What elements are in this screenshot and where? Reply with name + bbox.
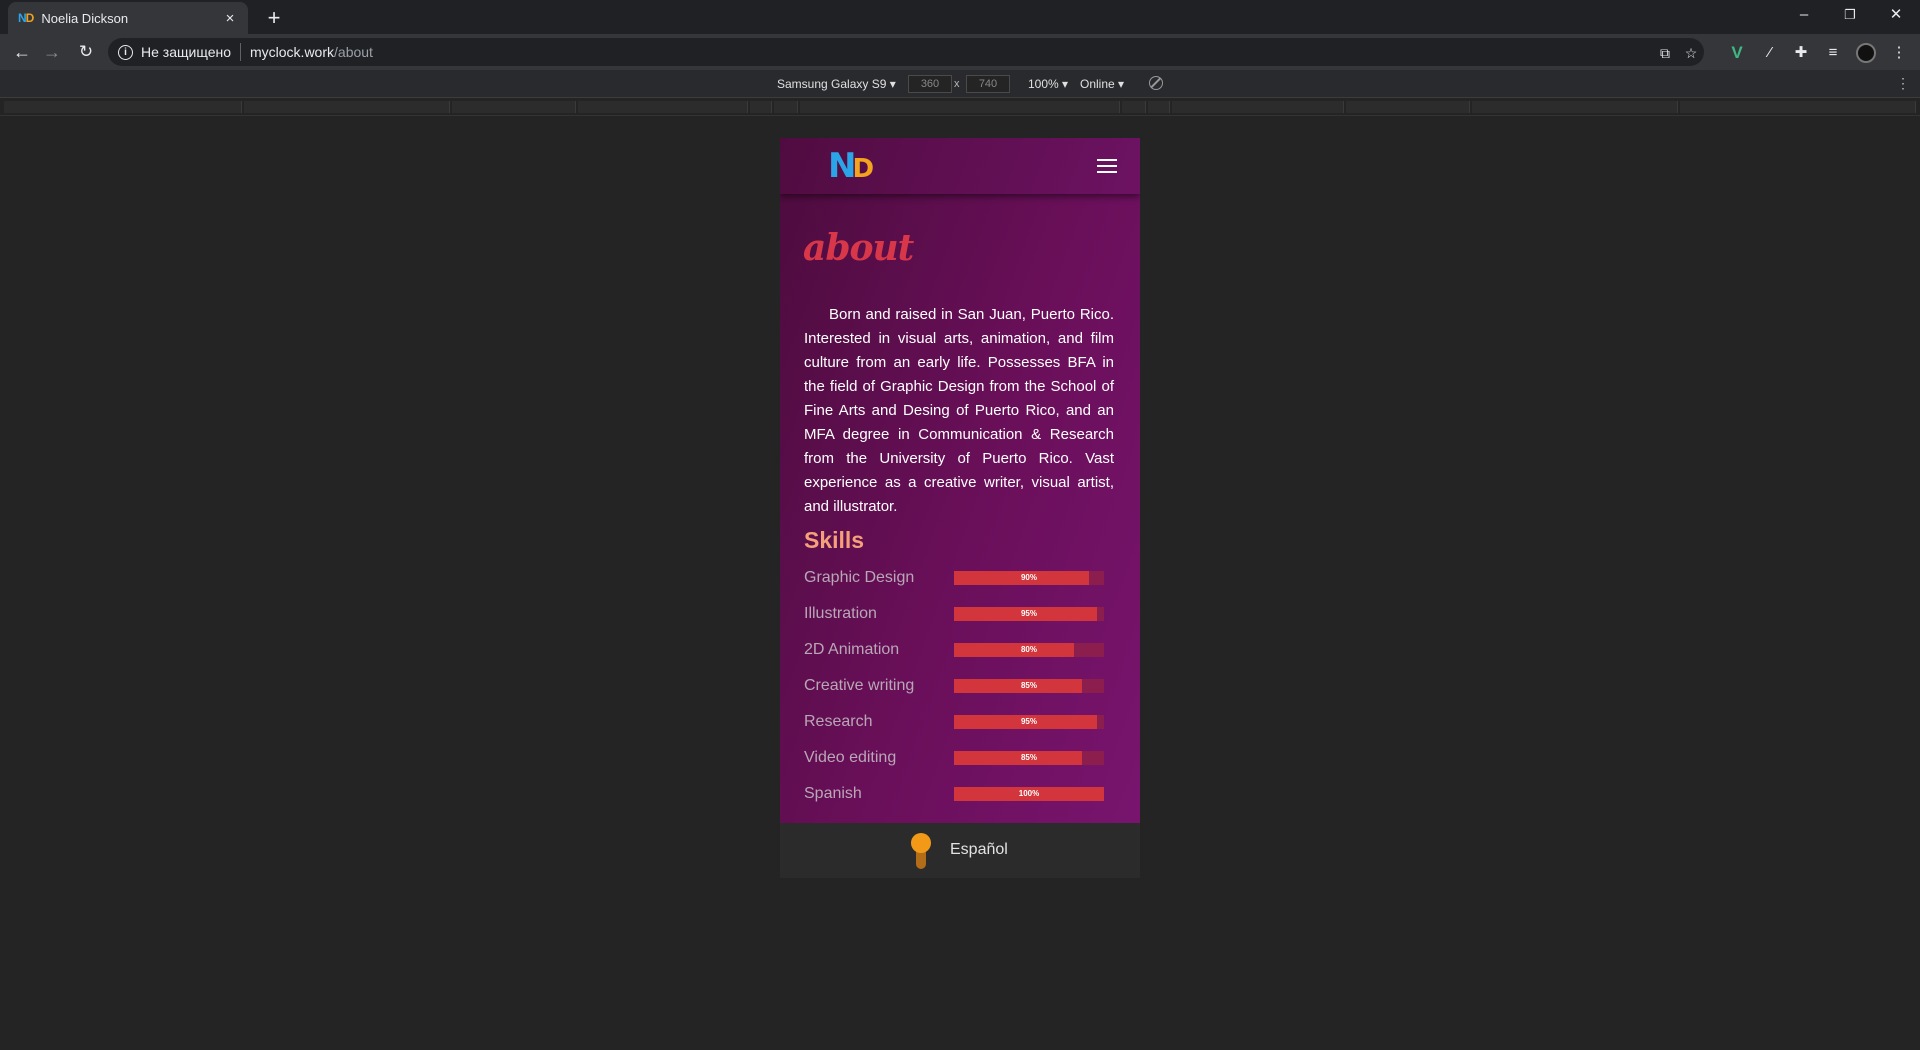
skill-progress-bar: 90%: [954, 571, 1104, 585]
site-logo[interactable]: ND: [828, 146, 874, 186]
skill-label: Illustration: [804, 605, 877, 622]
forward-arrow-icon[interactable]: →: [38, 39, 66, 65]
hamburger-line: [1097, 159, 1117, 161]
skill-label: Spanish: [804, 785, 862, 802]
restore-button[interactable]: ❐: [1827, 0, 1873, 30]
ruler-segment[interactable]: [1148, 101, 1170, 113]
close-window-button[interactable]: ✕: [1873, 0, 1919, 30]
hamburger-line: [1097, 165, 1117, 167]
device-select[interactable]: Samsung Galaxy S9 ▾: [777, 77, 896, 91]
profile-avatar[interactable]: [1856, 43, 1876, 63]
vue-devtools-icon[interactable]: V: [1726, 42, 1748, 64]
skills-heading: Skills: [804, 527, 865, 553]
ruler-segment[interactable]: [244, 101, 450, 113]
browser-menu-icon[interactable]: ⋮: [1888, 42, 1910, 64]
skill-percent: 95%: [1020, 609, 1037, 618]
favicon-icon: ND: [18, 11, 35, 25]
rotate-icon[interactable]: [1149, 76, 1163, 90]
minimize-button[interactable]: –: [1781, 0, 1827, 30]
skill-progress-bar: 95%: [954, 715, 1104, 729]
network-throttle-select[interactable]: Online ▾: [1080, 77, 1124, 91]
info-icon[interactable]: i: [118, 44, 133, 60]
omnibox-divider: [240, 43, 241, 61]
device-viewport: ND about Born and raised in San Juan, Pu…: [780, 138, 1140, 878]
device-toolbar: Samsung Galaxy S9 ▾ 360 x 740 100% ▾ Onl…: [0, 70, 1920, 98]
toggle-knob: [911, 833, 931, 853]
site-footer: Español: [780, 823, 1140, 878]
reading-list-icon[interactable]: ≡: [1822, 42, 1844, 64]
zoom-select[interactable]: 100% ▾: [1028, 77, 1068, 91]
skill-row: Research 95%: [804, 711, 1124, 733]
skill-percent: 85%: [1020, 753, 1037, 762]
device-height-input[interactable]: 740: [966, 75, 1010, 93]
browser-tabstrip: ND Noelia Dickson × + – ❐ ✕: [0, 0, 1920, 34]
logo-n: N: [828, 146, 857, 186]
tab-close-icon[interactable]: ×: [222, 10, 238, 27]
site-header: ND: [780, 138, 1140, 194]
language-label[interactable]: Español: [950, 841, 1008, 859]
address-bar[interactable]: i Не защищено myclock.work/about ⧉ ☆: [108, 38, 1704, 66]
skill-row: Video editing 85%: [804, 747, 1124, 769]
ruler-segment[interactable]: [1122, 101, 1146, 113]
about-page: ND about Born and raised in San Juan, Pu…: [780, 138, 1140, 823]
new-tab-button[interactable]: +: [260, 4, 288, 32]
ruler-segment[interactable]: [800, 101, 1120, 113]
language-toggle[interactable]: [911, 833, 931, 869]
skill-progress-bar: 85%: [954, 751, 1104, 765]
skill-percent: 90%: [1020, 573, 1037, 582]
skill-row: Creative writing 85%: [804, 675, 1124, 697]
skill-label: 2D Animation: [804, 641, 900, 658]
ruler-segment[interactable]: [1472, 101, 1678, 113]
ruler-segment[interactable]: [1172, 101, 1344, 113]
color-picker-icon[interactable]: ⁄: [1759, 42, 1781, 64]
skill-row: Spanish 100%: [804, 783, 1124, 805]
skill-percent: 80%: [1020, 645, 1037, 654]
back-arrow-icon[interactable]: ←: [8, 39, 36, 65]
url-host[interactable]: myclock.work: [250, 44, 334, 60]
skill-percent: 95%: [1020, 717, 1037, 726]
bio-paragraph: Born and raised in San Juan, Puerto Rico…: [804, 306, 1114, 515]
media-query-ruler: [0, 98, 1920, 116]
device-toolbar-more-icon[interactable]: ⋮: [1896, 75, 1910, 92]
ruler-segment[interactable]: [1346, 101, 1470, 113]
hamburger-line: [1097, 171, 1117, 173]
skill-progress-bar: 95%: [954, 607, 1104, 621]
skill-label: Creative writing: [804, 677, 915, 694]
favicon-n: N: [18, 11, 27, 25]
browser-tab[interactable]: ND Noelia Dickson ×: [8, 2, 248, 34]
logo-d: D: [852, 154, 874, 184]
translate-icon[interactable]: ⧉: [1656, 44, 1674, 62]
ruler-segment[interactable]: [1680, 101, 1916, 113]
ruler-segment[interactable]: [452, 101, 576, 113]
reload-icon[interactable]: ↻: [72, 39, 100, 65]
skill-label: Graphic Design: [804, 569, 915, 586]
ruler-segment[interactable]: [4, 101, 242, 113]
page-title: about: [803, 227, 914, 269]
ruler-segment[interactable]: [774, 101, 798, 113]
skill-percent: 100%: [1018, 789, 1040, 798]
ruler-segment[interactable]: [578, 101, 748, 113]
skill-progress-bar: 80%: [954, 643, 1104, 657]
skill-progress-bar: 100%: [954, 787, 1104, 801]
skill-label: Research: [804, 713, 873, 730]
device-width-input[interactable]: 360: [908, 75, 952, 93]
skill-percent: 85%: [1020, 681, 1037, 690]
dimension-times: x: [954, 78, 960, 90]
extensions-puzzle-icon[interactable]: ✚: [1790, 42, 1812, 64]
bookmark-star-icon[interactable]: ☆: [1682, 44, 1700, 62]
browser-toolbar: ← → ↻ i Не защищено myclock.work/about ⧉…: [0, 34, 1920, 70]
skill-row: 2D Animation 80%: [804, 639, 1124, 661]
ruler-segment[interactable]: [750, 101, 772, 113]
security-label[interactable]: Не защищено: [141, 44, 231, 60]
hamburger-menu-icon[interactable]: [1097, 159, 1117, 173]
favicon-d: D: [25, 11, 35, 25]
tab-title: Noelia Dickson: [41, 10, 129, 26]
skill-label: Video editing: [804, 749, 897, 766]
skill-row: Illustration 95%: [804, 603, 1124, 625]
url-path[interactable]: /about: [334, 44, 373, 60]
skill-row: Graphic Design 90%: [804, 567, 1124, 589]
skill-progress-bar: 85%: [954, 679, 1104, 693]
